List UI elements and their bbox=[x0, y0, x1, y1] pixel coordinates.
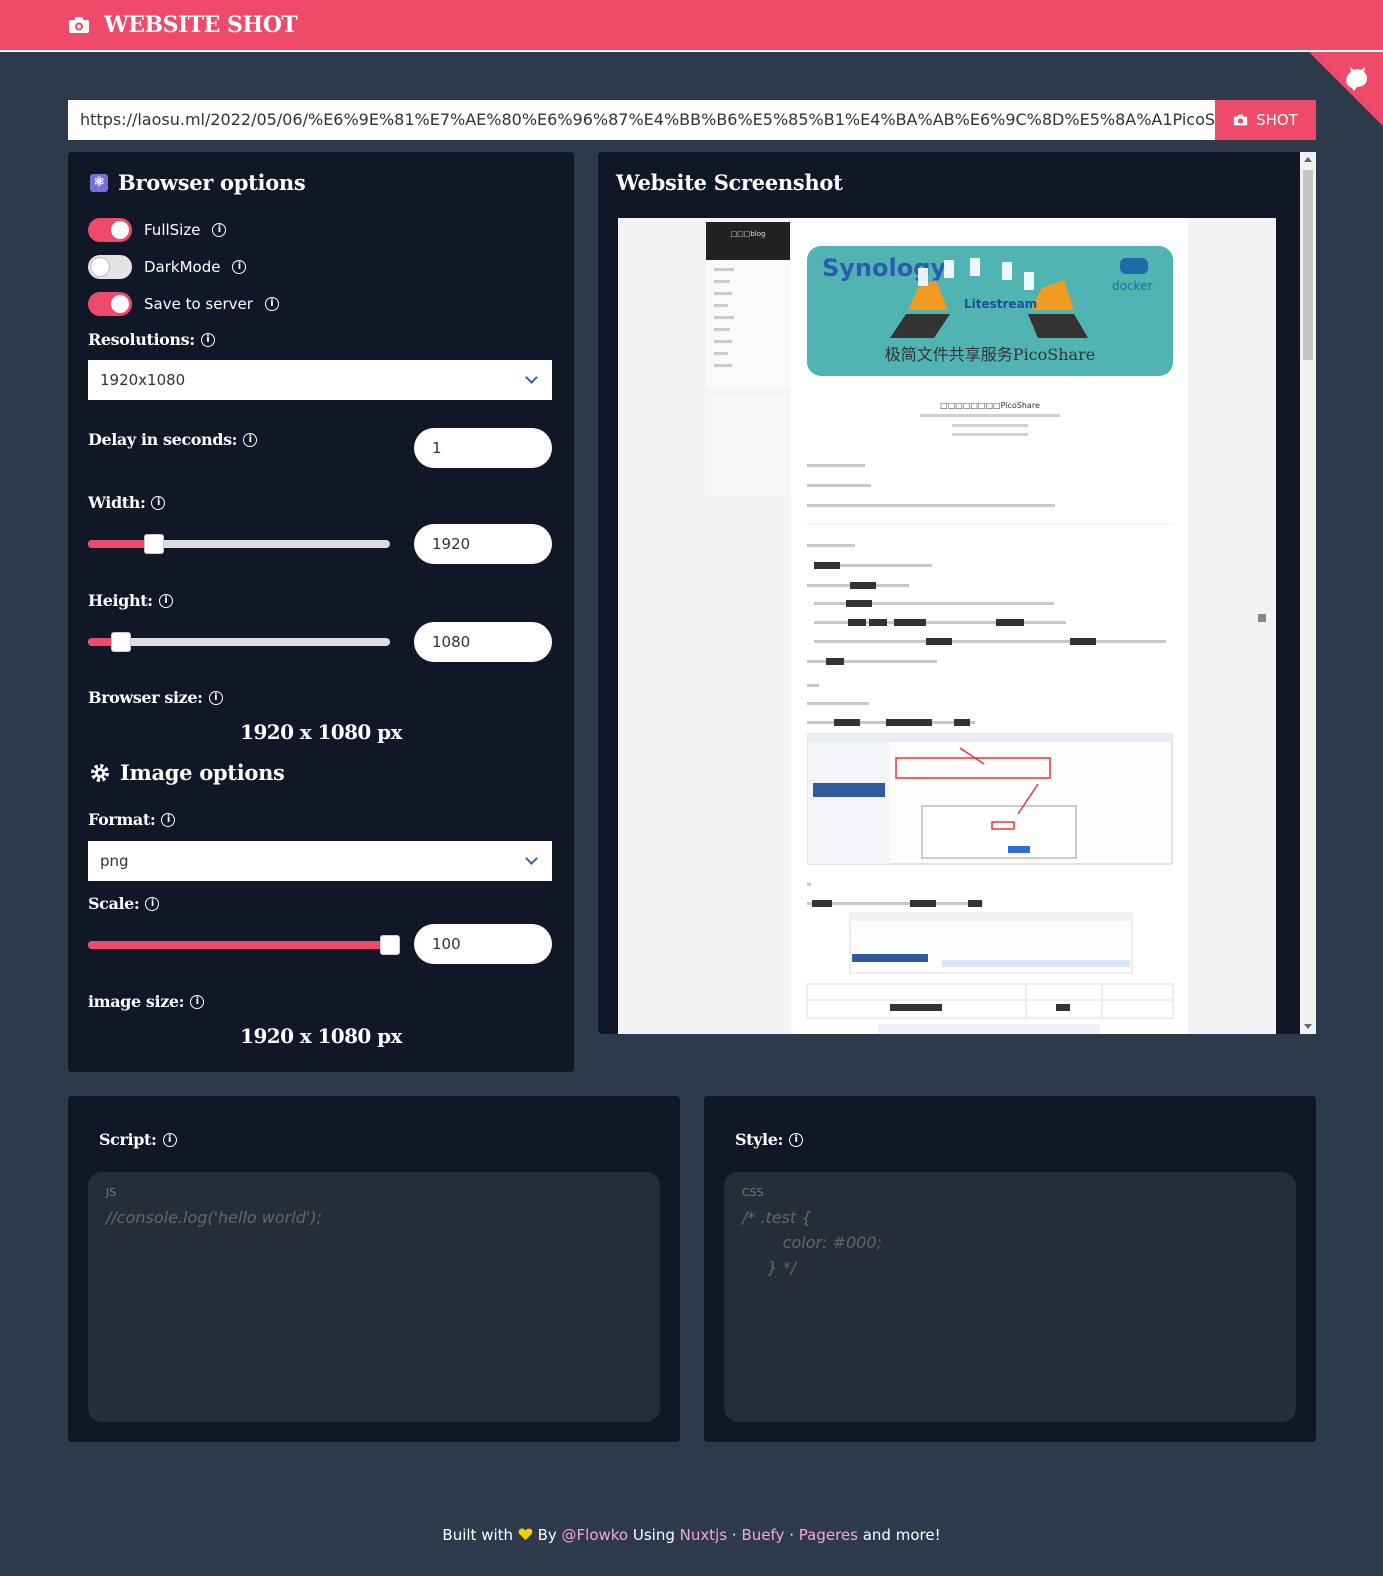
screenshot-panel: Website Screenshot □□□blog Synology dock… bbox=[598, 152, 1316, 1034]
pageres-link[interactable]: Pageres bbox=[799, 1526, 858, 1544]
scrollbar-thumb[interactable] bbox=[1303, 170, 1313, 360]
info-icon[interactable]: i bbox=[158, 593, 173, 608]
url-input[interactable]: https://laosu.ml/2022/05/06/%E6%9E%81%E7… bbox=[68, 100, 1215, 140]
chevron-down-icon bbox=[525, 371, 538, 384]
gear-icon bbox=[91, 763, 109, 782]
camera-icon bbox=[69, 17, 89, 33]
preview-banner-sub: Litestream bbox=[964, 297, 1037, 311]
info-icon[interactable]: i bbox=[145, 896, 160, 911]
style-editor[interactable]: CSS /* .test { color: #000; } */ bbox=[724, 1172, 1296, 1422]
info-icon[interactable]: i bbox=[190, 994, 205, 1009]
toggle-darkmode[interactable]: DarkMode i bbox=[88, 255, 247, 279]
scroll-up-icon[interactable] bbox=[1304, 157, 1312, 162]
heart-icon bbox=[518, 1528, 533, 1541]
format-label: Format: i bbox=[88, 810, 176, 829]
footer: Built with By @Flowko Using Nuxtjs · Bue… bbox=[442, 1526, 941, 1544]
scale-slider[interactable] bbox=[88, 935, 400, 955]
darkmode-switch[interactable] bbox=[88, 255, 132, 279]
width-slider-thumb[interactable] bbox=[144, 534, 164, 554]
preview-post-title: □□□□□□□□PicoShare bbox=[940, 401, 1040, 410]
toggle-save-to-server[interactable]: Save to server i bbox=[88, 292, 279, 316]
image-size-value: 1920 x 1080 px bbox=[240, 1024, 402, 1048]
scale-input[interactable]: 100 bbox=[414, 924, 552, 964]
github-octocat-icon[interactable] bbox=[1341, 62, 1373, 94]
screenshot-scrollbar[interactable] bbox=[1300, 152, 1316, 1034]
screenshot-title: Website Screenshot bbox=[616, 170, 843, 195]
app-title: WEBSITE SHOT bbox=[104, 12, 298, 38]
style-placeholder: /* .test { color: #000; } */ bbox=[742, 1208, 882, 1277]
scale-slider-thumb[interactable] bbox=[380, 935, 400, 955]
width-label: Width: i bbox=[88, 493, 166, 512]
height-slider[interactable] bbox=[88, 632, 390, 652]
image-size-label: image size: i bbox=[88, 992, 205, 1011]
save-to-server-switch[interactable] bbox=[88, 292, 132, 316]
info-icon[interactable]: i bbox=[264, 297, 279, 311]
shot-button-label: SHOT bbox=[1256, 111, 1298, 129]
height-slider-thumb[interactable] bbox=[111, 632, 131, 652]
react-icon: ⚛ bbox=[90, 173, 108, 192]
camera-icon bbox=[1233, 114, 1248, 126]
chevron-down-icon bbox=[525, 852, 538, 865]
info-icon[interactable]: i bbox=[243, 432, 258, 447]
top-navbar: WEBSITE SHOT bbox=[0, 0, 1383, 52]
screenshot-image: □□□blog Synology docker Litestream 极简文件共 bbox=[618, 218, 1276, 1034]
screenshot-preview[interactable]: □□□blog Synology docker Litestream 极简文件共 bbox=[618, 218, 1276, 1034]
script-card: Script: i JS //console.log('hello world'… bbox=[68, 1096, 680, 1442]
buefy-link[interactable]: Buefy bbox=[741, 1526, 784, 1544]
browser-size-label: Browser size: i bbox=[88, 688, 223, 707]
height-input[interactable]: 1080 bbox=[414, 622, 552, 662]
browser-options-title: ⚛ Browser options bbox=[90, 170, 306, 195]
format-select[interactable]: png bbox=[88, 841, 552, 881]
url-bar: https://laosu.ml/2022/05/06/%E6%9E%81%E7… bbox=[68, 100, 1316, 140]
script-editor[interactable]: JS //console.log('hello world'); bbox=[88, 1172, 660, 1422]
brand[interactable]: WEBSITE SHOT bbox=[68, 12, 298, 38]
image-options-title: Image options bbox=[90, 760, 285, 785]
options-panel: ⚛ Browser options FullSize i DarkMode i … bbox=[68, 152, 574, 1072]
script-label: Script: i bbox=[99, 1130, 177, 1149]
author-link[interactable]: @Flowko bbox=[562, 1526, 629, 1544]
browser-size-value: 1920 x 1080 px bbox=[240, 720, 402, 744]
shot-button[interactable]: SHOT bbox=[1215, 100, 1316, 140]
info-icon[interactable]: i bbox=[789, 1132, 804, 1147]
resolutions-label: Resolutions: i bbox=[88, 330, 215, 349]
delay-input[interactable]: 1 bbox=[414, 428, 552, 468]
scroll-down-icon[interactable] bbox=[1304, 1024, 1312, 1029]
preview-banner-docker: docker bbox=[1112, 279, 1152, 293]
info-icon[interactable]: i bbox=[161, 812, 176, 827]
info-icon[interactable]: i bbox=[151, 495, 166, 510]
width-slider[interactable] bbox=[88, 534, 390, 554]
delay-label: Delay in seconds: i bbox=[88, 430, 258, 449]
scale-label: Scale: i bbox=[88, 894, 160, 913]
preview-blog-name: □□□blog bbox=[731, 230, 766, 238]
script-lang-label: JS bbox=[106, 1186, 117, 1199]
resolution-select[interactable]: 1920x1080 bbox=[88, 360, 552, 400]
width-input[interactable]: 1920 bbox=[414, 524, 552, 564]
info-icon[interactable]: i bbox=[232, 260, 247, 274]
info-icon[interactable]: i bbox=[200, 332, 215, 347]
info-icon[interactable]: i bbox=[162, 1132, 177, 1147]
style-card: Style: i CSS /* .test { color: #000; } *… bbox=[704, 1096, 1316, 1442]
height-label: Height: i bbox=[88, 591, 173, 610]
style-lang-label: CSS bbox=[742, 1186, 764, 1199]
toggle-fullsize[interactable]: FullSize i bbox=[88, 218, 227, 242]
nuxtjs-link[interactable]: Nuxtjs bbox=[680, 1526, 727, 1544]
fullsize-switch[interactable] bbox=[88, 218, 132, 242]
info-icon[interactable]: i bbox=[212, 223, 227, 237]
style-label: Style: i bbox=[735, 1130, 804, 1149]
preview-banner-caption: 极简文件共享服务PicoShare bbox=[885, 345, 1095, 364]
script-placeholder: //console.log('hello world'); bbox=[106, 1208, 322, 1227]
info-icon[interactable]: i bbox=[208, 690, 223, 705]
